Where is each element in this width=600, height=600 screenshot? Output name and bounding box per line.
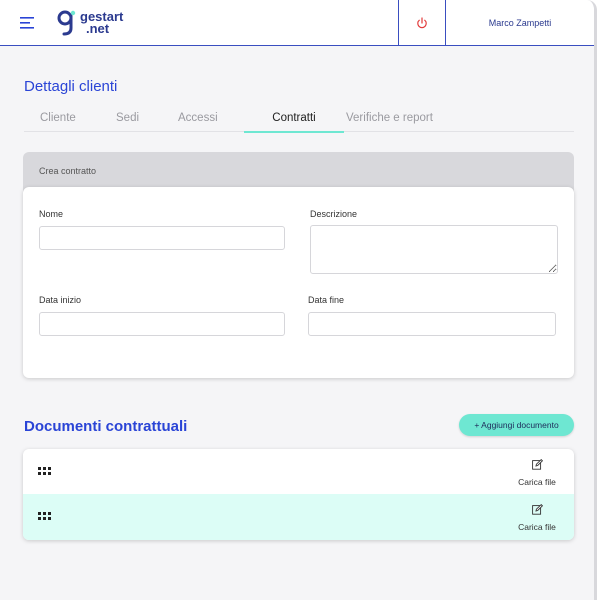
- power-icon: [417, 16, 427, 28]
- descrizione-textarea[interactable]: [310, 225, 558, 274]
- edit-icon: [531, 459, 543, 470]
- data-fine-label: Data fine: [308, 295, 345, 305]
- add-document-button[interactable]: + Aggiungi documento: [459, 414, 574, 436]
- documents-list: Carica file Carica file: [23, 449, 574, 540]
- drag-handle-icon[interactable]: [38, 467, 52, 475]
- brand-logo[interactable]: gestart .net: [56, 0, 398, 45]
- tab-sedi[interactable]: Sedi: [116, 106, 178, 132]
- hamburger-icon: [20, 16, 34, 29]
- data-inizio-input[interactable]: [39, 312, 285, 336]
- logo-text: gestart .net: [80, 10, 123, 36]
- upload-file-button[interactable]: Carica file: [512, 504, 562, 535]
- document-row: Carica file: [23, 449, 574, 494]
- upload-file-label: Carica file: [518, 477, 556, 487]
- data-inizio-label: Data inizio: [39, 295, 82, 305]
- document-row: Carica file: [23, 494, 574, 540]
- logout-button[interactable]: [398, 0, 446, 45]
- upload-file-button[interactable]: Carica file: [512, 459, 562, 490]
- tab-cliente[interactable]: Cliente: [40, 106, 116, 132]
- descrizione-label: Descrizione: [310, 209, 358, 219]
- top-bar: gestart .net Marco Zampetti: [0, 0, 594, 46]
- nome-input[interactable]: [39, 226, 285, 250]
- menu-button[interactable]: [0, 0, 56, 45]
- logo-line-2: .net: [86, 20, 110, 36]
- upload-file-label: Carica file: [518, 522, 556, 532]
- drag-handle-icon[interactable]: [38, 512, 52, 520]
- create-contract-form: Nome Descrizione Data inizio Data fine: [23, 187, 574, 378]
- page-title: Dettagli clienti: [24, 78, 118, 95]
- tab-verifiche-e-report[interactable]: Verifiche e report: [344, 106, 433, 132]
- app-frame: gestart .net Marco Zampetti Dettagli cli…: [0, 0, 597, 600]
- tab-contratti[interactable]: Contratti: [244, 106, 344, 133]
- edit-icon: [531, 504, 543, 515]
- tab-accessi[interactable]: Accessi: [178, 106, 244, 132]
- documents-title: Documenti contrattuali: [24, 418, 188, 435]
- logo-icon: [57, 10, 76, 35]
- data-fine-input[interactable]: [308, 312, 556, 336]
- tab-bar: Cliente Sedi Accessi Contratti Verifiche…: [24, 106, 574, 133]
- nome-label: Nome: [39, 209, 64, 219]
- user-name[interactable]: Marco Zampetti: [446, 0, 594, 45]
